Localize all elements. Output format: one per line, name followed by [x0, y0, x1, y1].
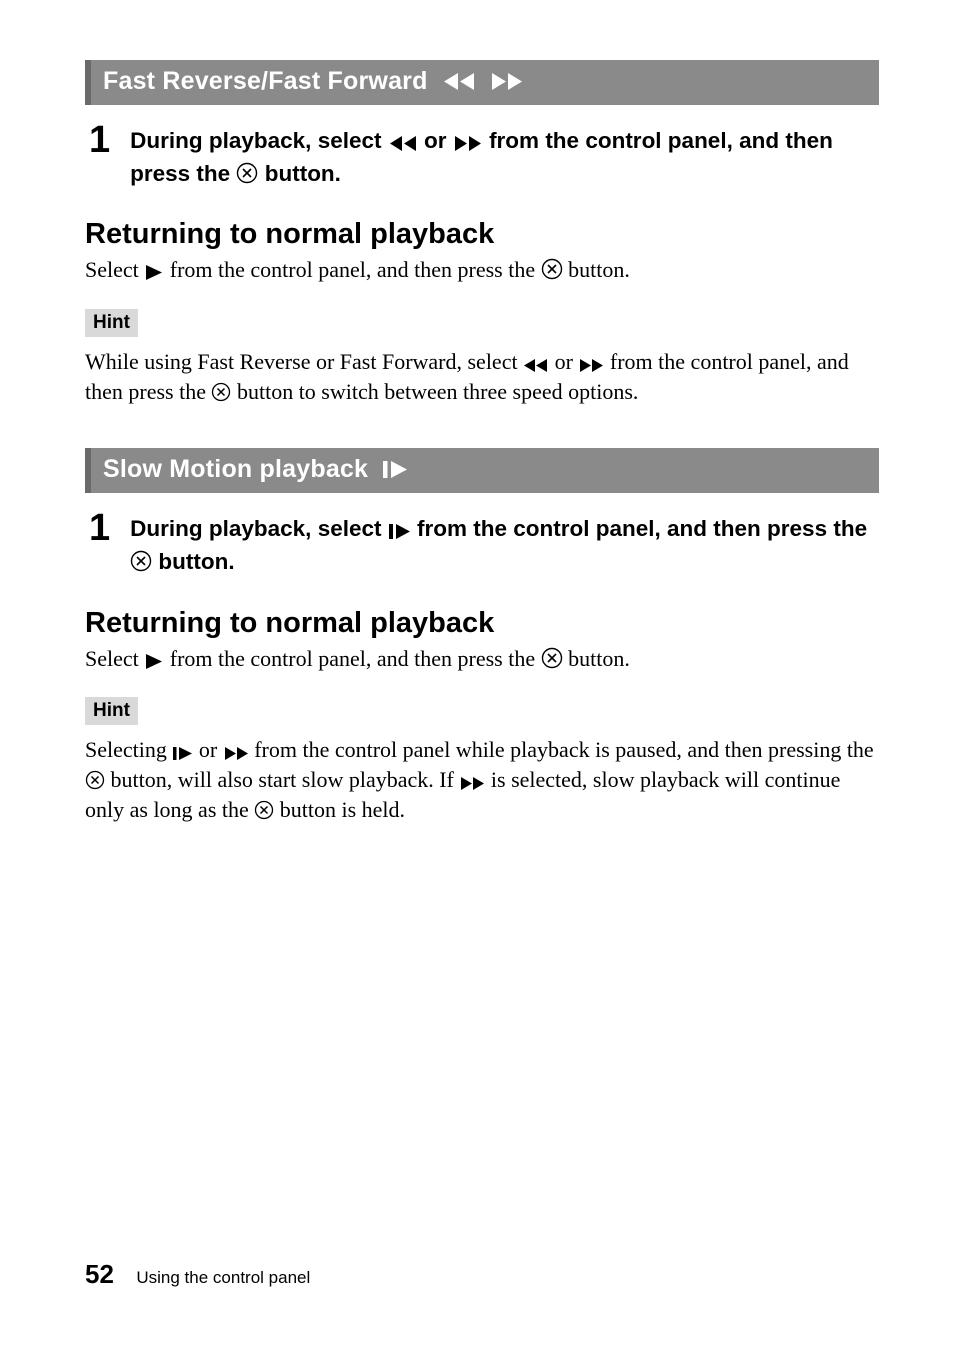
text: button is held. [280, 797, 405, 822]
text: button to switch between three speed opt… [237, 379, 638, 404]
x-button-icon [85, 770, 105, 790]
hint-body-1: While using Fast Reverse or Fast Forward… [85, 347, 879, 406]
step-number: 1 [89, 509, 110, 547]
text: or [199, 737, 217, 762]
text: from the control panel, and then press t… [417, 516, 867, 541]
page-footer: 52 Using the control panel [85, 1259, 310, 1290]
slow-play-icon [172, 747, 193, 760]
fast-forward-icon [490, 73, 524, 90]
fast-forward-icon [223, 747, 249, 760]
step-1-slow: 1 During playback, select from the contr… [85, 513, 879, 578]
step-body: During playback, select or from the cont… [130, 125, 875, 190]
text: button. [568, 257, 630, 282]
section-title: Fast Reverse/Fast Forward [103, 67, 428, 96]
step-text-1: During playback, select [130, 128, 381, 153]
step-text-4: button. [265, 161, 341, 186]
step-text-2: or [424, 128, 447, 153]
return-body-2: Select from the control panel, and then … [85, 644, 879, 674]
text: button. [158, 549, 234, 574]
text: button. [568, 646, 630, 671]
rewind-icon [388, 136, 418, 151]
text: from the control panel, and then press t… [170, 257, 535, 282]
text: or [555, 349, 573, 374]
text: During playback, select [130, 516, 381, 541]
slow-play-icon [388, 524, 411, 539]
text: Selecting [85, 737, 167, 762]
hint-badge: Hint [85, 309, 138, 337]
hint-body-2: Selecting or from the control panel whil… [85, 735, 879, 824]
step-number: 1 [89, 121, 110, 159]
text: Select [85, 646, 139, 671]
play-icon [144, 654, 164, 669]
section-title: Slow Motion playback [103, 455, 368, 484]
x-button-icon [130, 550, 152, 572]
return-body-1: Select from the control panel, and then … [85, 255, 879, 285]
rewind-icon [523, 359, 549, 372]
step-body: During playback, select from the control… [130, 513, 875, 578]
rewind-icon [442, 73, 476, 90]
section-header-fast: Fast Reverse/Fast Forward [85, 60, 879, 105]
text: button, will also start slow playback. I… [111, 767, 454, 792]
page-number: 52 [85, 1259, 114, 1289]
x-button-icon [254, 800, 274, 820]
x-button-icon [211, 382, 231, 402]
fast-forward-icon [578, 359, 604, 372]
return-heading-1: Returning to normal playback [85, 218, 879, 251]
text: from the control panel, and then press t… [170, 646, 535, 671]
x-button-icon [236, 162, 258, 184]
section-header-slow: Slow Motion playback [85, 448, 879, 493]
play-icon [144, 265, 164, 280]
step-1-fast: 1 During playback, select or from the co… [85, 125, 879, 190]
fast-forward-icon [459, 777, 485, 790]
x-button-icon [541, 647, 563, 669]
slow-play-icon [382, 461, 408, 478]
return-heading-2: Returning to normal playback [85, 607, 879, 640]
hint-badge: Hint [85, 697, 138, 725]
x-button-icon [541, 258, 563, 280]
text: While using Fast Reverse or Fast Forward… [85, 349, 518, 374]
text: Select [85, 257, 139, 282]
fast-forward-icon [453, 136, 483, 151]
text: from the control panel while playback is… [254, 737, 874, 762]
page-caption: Using the control panel [136, 1268, 310, 1287]
